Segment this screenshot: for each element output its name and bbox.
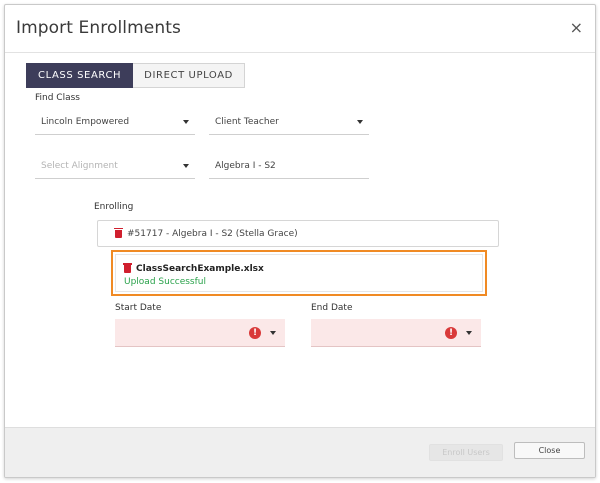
modal-footer: Enroll Users Close bbox=[5, 427, 595, 477]
modal-header: Import Enrollments × bbox=[5, 5, 595, 53]
trash-icon[interactable] bbox=[114, 227, 123, 238]
uploaded-file-name: ClassSearchExample.xlsx bbox=[136, 264, 264, 274]
enroll-users-button[interactable]: Enroll Users bbox=[429, 444, 503, 461]
end-date-label: End Date bbox=[311, 303, 353, 313]
tab-class-search[interactable]: CLASS SEARCH bbox=[26, 63, 134, 88]
teacher-select[interactable]: Client Teacher bbox=[209, 109, 369, 135]
alignment-select-placeholder: Select Alignment bbox=[41, 160, 118, 171]
enrolling-label: Enrolling bbox=[94, 202, 134, 212]
alignment-select[interactable]: Select Alignment bbox=[35, 153, 195, 179]
course-field-value: Algebra I - S2 bbox=[215, 160, 276, 171]
uploaded-file: ClassSearchExample.xlsx bbox=[123, 263, 264, 274]
trash-icon[interactable] bbox=[123, 263, 132, 273]
tab-direct-upload[interactable]: DIRECT UPLOAD bbox=[133, 63, 245, 88]
find-class-label: Find Class bbox=[35, 93, 80, 103]
school-select[interactable]: Lincoln Empowered bbox=[35, 109, 195, 135]
alert-icon: ! bbox=[445, 327, 457, 339]
start-date-select[interactable]: ! bbox=[115, 319, 285, 347]
upload-result-card: ClassSearchExample.xlsx Upload Successfu… bbox=[115, 254, 483, 292]
tab-bar: CLASS SEARCH DIRECT UPLOAD bbox=[26, 63, 245, 88]
modal-title: Import Enrollments bbox=[16, 18, 181, 38]
close-icon[interactable]: × bbox=[570, 20, 583, 36]
upload-result-highlight: ClassSearchExample.xlsx Upload Successfu… bbox=[111, 250, 487, 296]
chevron-down-icon bbox=[270, 331, 276, 335]
chevron-down-icon bbox=[357, 120, 363, 124]
close-button[interactable]: Close bbox=[514, 442, 585, 459]
alert-icon: ! bbox=[249, 327, 261, 339]
chevron-down-icon bbox=[466, 331, 472, 335]
teacher-select-value: Client Teacher bbox=[215, 116, 279, 127]
upload-status: Upload Successful bbox=[124, 277, 206, 287]
enrolling-class-item: #51717 - Algebra I - S2 (Stella Grace) bbox=[97, 220, 499, 247]
import-enrollments-modal: Import Enrollments × CLASS SEARCH DIRECT… bbox=[4, 4, 596, 478]
chevron-down-icon bbox=[183, 120, 189, 124]
course-field[interactable]: Algebra I - S2 bbox=[209, 153, 369, 179]
school-select-value: Lincoln Empowered bbox=[41, 116, 130, 127]
end-date-select[interactable]: ! bbox=[311, 319, 481, 347]
chevron-down-icon bbox=[183, 164, 189, 168]
enrolling-class-text: #51717 - Algebra I - S2 (Stella Grace) bbox=[127, 228, 298, 239]
start-date-label: Start Date bbox=[115, 303, 162, 313]
